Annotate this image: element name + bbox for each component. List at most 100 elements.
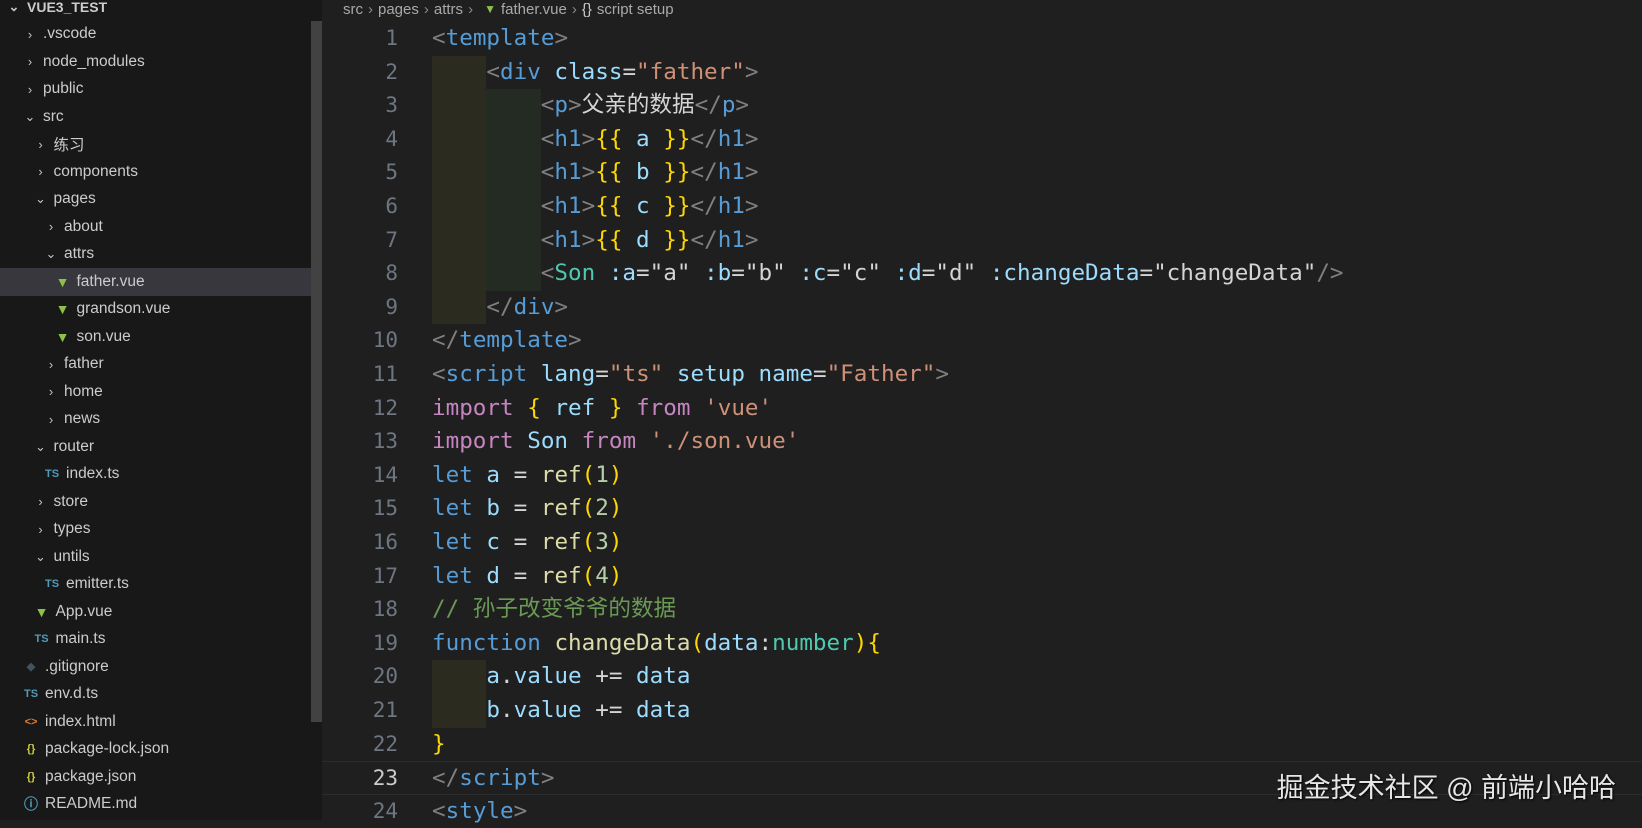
code-line[interactable]: 13 import Son from './son.vue': [322, 425, 1642, 459]
code-line[interactable]: 20 a.value += data: [322, 660, 1642, 694]
code-editor[interactable]: 1 <template> 2 <div class="father"> 3 <p>父亲的数…: [322, 22, 1642, 824]
code-line[interactable]: 1 <template>: [322, 22, 1642, 56]
tree-item[interactable]: {} package-lock.json: [0, 736, 311, 764]
breadcrumb-file[interactable]: father.vue: [501, 1, 567, 18]
code-line[interactable]: 3 <p>父亲的数据</p>: [322, 89, 1642, 123]
code-line[interactable]: 10 </template>: [322, 324, 1642, 358]
code-line[interactable]: 8 <Son :a="a" :b="b" :c="c" :d="d" :chang…: [322, 257, 1642, 291]
code-line[interactable]: 11 <script lang="ts" setup name="Father">: [322, 358, 1642, 392]
code-token: }: [608, 394, 623, 421]
tree-item[interactable]: ◆ .gitignore: [0, 653, 311, 681]
explorer-scrollbar[interactable]: [311, 21, 322, 722]
tree-item[interactable]: ▼ App.vue: [0, 598, 311, 626]
vue-file-icon: ▼: [484, 2, 496, 16]
html-file-icon: <>: [24, 715, 38, 728]
code-line[interactable]: 12 import { ref } from 'vue': [322, 392, 1642, 426]
code-line[interactable]: 5 <h1>{{ b }}</h1>: [322, 156, 1642, 190]
code-line[interactable]: 21 b.value += data: [322, 694, 1642, 728]
code-text: function changeData(data:number){: [432, 627, 881, 661]
code-line[interactable]: 19 function changeData(data:number){: [322, 627, 1642, 661]
code-line[interactable]: 17 let d = ref(4): [322, 560, 1642, 594]
tree-item-label: father: [64, 355, 104, 373]
tree-item[interactable]: › .vscode: [0, 21, 311, 49]
code-line[interactable]: 4 <h1>{{ a }}</h1>: [322, 122, 1642, 157]
code-token: h1: [717, 226, 745, 253]
tree-item[interactable]: TS emitter.ts: [0, 571, 311, 599]
code-token: ): [608, 495, 623, 522]
code-line[interactable]: 2 <div class="father">: [322, 55, 1642, 90]
code-token: 父亲的数据: [581, 92, 695, 119]
breadcrumb-symbol[interactable]: script setup: [597, 1, 674, 18]
chevron-right-icon: ›: [38, 521, 43, 537]
tree-item[interactable]: › components: [0, 158, 311, 186]
tree-item-label: package-lock.json: [45, 740, 170, 758]
code-line[interactable]: 18 // 孙子改变爷爷的数据: [322, 593, 1642, 627]
explorer-root[interactable]: ⌄ VUE3_TEST: [0, 0, 311, 21]
breadcrumb-src[interactable]: src: [343, 1, 363, 18]
tree-item[interactable]: › 练习: [0, 131, 311, 159]
code-token: =: [731, 260, 745, 287]
chevron-right-icon: ›: [48, 384, 54, 400]
code-token: h1: [554, 226, 582, 253]
code-token: <: [432, 25, 446, 51]
tree-item[interactable]: › public: [0, 76, 311, 104]
chevron-right-icon: ›: [48, 356, 54, 372]
code-line[interactable]: 14 let a = ref(1): [322, 459, 1642, 493]
tree-item[interactable]: ⌄ untils: [0, 543, 311, 571]
watermark: 掘金技术社区 @ 前端小哈哈: [1276, 773, 1616, 803]
tree-item-label: App.vue: [55, 602, 113, 620]
code-token: >: [540, 765, 555, 792]
code-line[interactable]: 16 let c = ref(3): [322, 526, 1642, 560]
code-token: "ts": [608, 361, 664, 387]
code-token: <: [540, 92, 555, 119]
code-line[interactable]: 7 <h1>{{ d }}</h1>: [322, 223, 1642, 258]
tree-item[interactable]: ⌄ attrs: [0, 241, 311, 269]
tree-item[interactable]: <> index.html: [0, 708, 311, 736]
code-token: <: [540, 159, 555, 186]
chevron-right-icon: ›: [48, 219, 54, 235]
tree-item[interactable]: TS index.ts: [0, 461, 311, 489]
code-token: </: [690, 125, 718, 152]
code-token: import: [432, 428, 514, 455]
breadcrumb: src › pages › attrs › ▼ father.vue › {} …: [343, 0, 674, 18]
tree-item[interactable]: › store: [0, 488, 311, 516]
code-line[interactable]: 6 <h1>{{ c }}</h1>: [322, 190, 1642, 224]
tree-item[interactable]: › types: [0, 516, 311, 544]
tree-item-label: index.ts: [66, 465, 120, 483]
tree-item[interactable]: {} package.json: [0, 763, 311, 791]
breadcrumb-attrs[interactable]: attrs: [434, 1, 463, 18]
breadcrumb-pages[interactable]: pages: [378, 1, 419, 18]
tree-item-label: components: [53, 162, 138, 180]
tree-item[interactable]: › about: [0, 213, 311, 241]
indent-guide: [432, 156, 487, 190]
json-file-icon: {}: [26, 743, 36, 756]
tree-item[interactable]: › home: [0, 378, 311, 406]
code-line[interactable]: 9 </div>: [322, 290, 1642, 325]
tree-item-label: about: [64, 217, 103, 235]
tree-item[interactable]: › node_modules: [0, 48, 311, 76]
code-line[interactable]: 22}: [322, 728, 1642, 762]
tree-item[interactable]: › father: [0, 351, 311, 379]
tree-item[interactable]: ▼ grandson.vue: [0, 296, 311, 324]
chevron-right-icon: ›: [571, 0, 577, 18]
line-number: 24: [372, 798, 398, 823]
line-number: 2: [385, 59, 398, 84]
tree-item[interactable]: › news: [0, 406, 311, 434]
code-token: './son.vue': [649, 428, 800, 455]
code-token: "father": [636, 58, 745, 85]
tree-item[interactable]: TS main.ts: [0, 626, 311, 654]
tree-item[interactable]: ⌄ pages: [0, 186, 311, 214]
code-text: let b = ref(2): [432, 492, 622, 526]
code-line[interactable]: 15 let b = ref(2): [322, 492, 1642, 526]
tree-item[interactable]: ⓘ README.md: [0, 791, 311, 819]
tree-item[interactable]: ⌄ router: [0, 433, 311, 461]
tree-item[interactable]: ▼ father.vue: [0, 268, 311, 296]
tree-item[interactable]: ▼ son.vue: [0, 323, 311, 351]
tree-item[interactable]: TS env.d.ts: [0, 681, 311, 709]
code-token: =: [595, 361, 609, 387]
tree-item-label: son.vue: [76, 327, 131, 345]
tree-item[interactable]: ⌄ src: [0, 103, 311, 131]
code-text: </script>: [432, 762, 554, 796]
code-token: name: [758, 361, 813, 387]
